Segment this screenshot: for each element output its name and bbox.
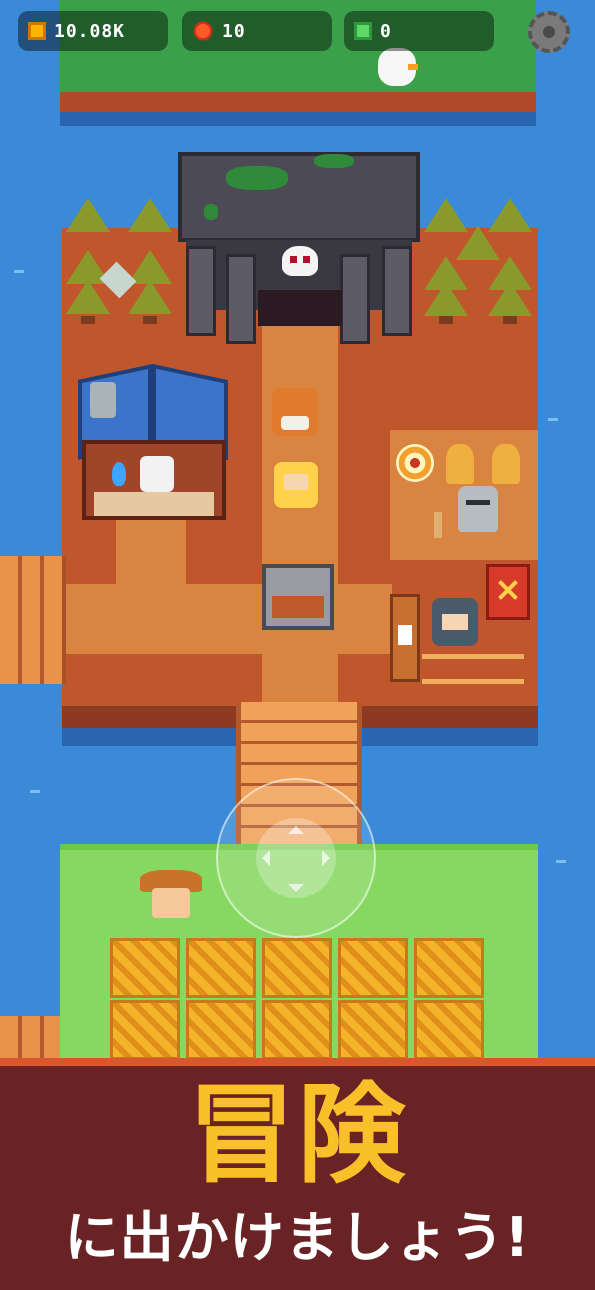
temple-pillar <box>382 246 412 336</box>
joystick-up-arrow-icon <box>288 826 304 834</box>
archery-target[interactable] <box>396 444 434 482</box>
left-dock <box>0 556 66 684</box>
tree-trunk <box>503 316 517 324</box>
pot <box>90 382 116 418</box>
moss <box>204 204 218 220</box>
smithy-door[interactable] <box>390 594 420 682</box>
promo-subtitle: に出かけましょう! <box>64 1206 531 1269</box>
dungeon-entrance[interactable] <box>258 290 342 326</box>
joystick-left-arrow-icon <box>262 850 270 866</box>
pine-tree <box>488 282 532 316</box>
dungeon-temple-roof <box>178 152 420 242</box>
smithy-banner-icon <box>486 564 530 620</box>
tree-trunk <box>143 316 157 324</box>
crop-plot[interactable] <box>186 938 256 998</box>
coin-icon <box>28 22 46 40</box>
gem-counter: 0 <box>344 11 494 51</box>
gem-amount: 0 <box>380 20 392 42</box>
torch <box>434 512 442 538</box>
crop-plot[interactable] <box>262 938 332 998</box>
treasure-chest[interactable] <box>262 564 334 630</box>
crop-plot[interactable] <box>414 938 484 998</box>
fox-npc[interactable] <box>272 388 318 436</box>
player-hero[interactable] <box>274 462 318 508</box>
joystick-right-arrow-icon <box>322 850 330 866</box>
water-sparkle <box>14 270 24 273</box>
promo-title: 冒険 <box>187 1073 408 1198</box>
top-island-edge <box>60 92 536 112</box>
farmer-npc[interactable] <box>152 888 190 918</box>
tree-trunk <box>439 316 453 324</box>
gem-icon <box>354 22 372 40</box>
heart-icon <box>192 20 214 42</box>
shop-counter <box>94 492 214 516</box>
coin-counter: 10.08K <box>18 11 168 51</box>
top-island-shadow <box>60 112 536 126</box>
pine-tree <box>66 198 110 232</box>
crop-plot[interactable] <box>414 1000 484 1060</box>
wizard-npc[interactable] <box>140 456 174 492</box>
crop-plot[interactable] <box>262 1000 332 1060</box>
crop-plot[interactable] <box>110 1000 180 1060</box>
temple-pillar <box>340 254 370 344</box>
pine-tree <box>128 198 172 232</box>
chicken-npc[interactable] <box>378 48 418 86</box>
knight-npc[interactable] <box>458 486 498 532</box>
joystick-down-arrow-icon <box>288 884 304 892</box>
skull-icon <box>282 246 318 276</box>
water-sparkle <box>556 860 566 863</box>
dirt-path-horizontal <box>62 584 392 654</box>
coin-amount: 10.08K <box>54 20 126 42</box>
training-dummy[interactable] <box>492 444 520 484</box>
crop-plot[interactable] <box>110 938 180 998</box>
temple-pillar <box>186 246 216 336</box>
temple-pillar <box>226 254 256 344</box>
water-sparkle <box>30 790 40 793</box>
smithy-fence <box>422 654 524 684</box>
dirt-path-greenhouse <box>116 520 186 590</box>
pine-tree <box>424 282 468 316</box>
crop-plot[interactable] <box>338 1000 408 1060</box>
left-dock-lower <box>0 1016 66 1062</box>
gear-icon[interactable] <box>528 11 570 53</box>
pine-tree <box>66 280 110 314</box>
crop-plot[interactable] <box>338 938 408 998</box>
water-sparkle <box>548 418 558 421</box>
blacksmith-npc[interactable] <box>432 598 478 646</box>
heart-amount: 10 <box>222 20 246 42</box>
heart-counter: 10 <box>182 11 332 51</box>
moss <box>226 166 288 190</box>
crop-plot[interactable] <box>186 1000 256 1060</box>
blue-flame-icon <box>112 462 126 486</box>
tree-trunk <box>81 316 95 324</box>
training-dummy[interactable] <box>446 444 474 484</box>
pine-tree <box>456 226 500 260</box>
moss <box>314 154 354 168</box>
pine-tree <box>128 280 172 314</box>
